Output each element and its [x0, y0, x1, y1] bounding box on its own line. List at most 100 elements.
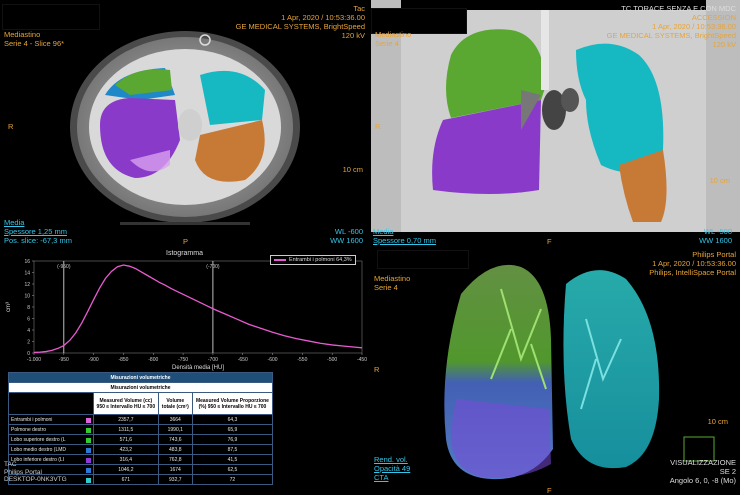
scanner-model: GE MEDICAL SYSTEMS, BrightSpeed	[235, 22, 365, 31]
cell-v2: 762,8	[157, 454, 193, 465]
cell-v2: 743,6	[157, 434, 193, 445]
legend-swatch	[274, 258, 286, 261]
axial-ct-viewport[interactable]: Tac 1 Apr, 2020 / 10:53:36.00 GE MEDICAL…	[0, 0, 369, 247]
wl-value: WL -600	[334, 227, 363, 236]
slice-thickness[interactable]: Spessore 1,25 mm	[4, 227, 72, 236]
window-level[interactable]: WL -600 WW 1600	[330, 227, 363, 245]
x-tick-label: -800	[148, 357, 158, 363]
slice-thickness[interactable]: Spessore 0,70 mm	[373, 236, 436, 245]
workstation-vendor: Philips, IntelliSpace Portal	[649, 268, 736, 277]
series-label: Serie 4	[375, 39, 399, 48]
render-mode[interactable]: Media	[4, 218, 72, 227]
table-row[interactable]: Polmone destro 1311,5 1990,1 65,9	[8, 424, 274, 435]
col-header-proportion: Measured Volume Proporzione (%) 950 ≤ In…	[191, 392, 274, 415]
series-slice: Serie 4 - Slice 96*	[4, 39, 65, 48]
x-tick-label: -750	[178, 357, 188, 363]
color-swatch	[86, 477, 91, 483]
series-info: Mediastino Serie 4	[375, 30, 411, 48]
wl-value: WL -500	[703, 227, 732, 236]
color-swatch	[86, 447, 91, 453]
workstation-overlay: TAC Philips Portal DESKTOP-0NK3VTG	[4, 461, 67, 484]
study-datetime: 1 Apr, 2020 / 10:53:36.00	[281, 13, 365, 22]
x-tick-label: -950	[59, 357, 69, 363]
x-tick-label: -700	[208, 357, 218, 363]
y-tick-label: 2	[27, 340, 30, 346]
structure-name: Lobo medio destro (LMD	[11, 446, 67, 453]
col-header-measured-volume: Measured Volume (cc) 950 ≤ Intervallo HU…	[93, 392, 159, 415]
cell-v3: 76,9	[191, 434, 274, 445]
redacted-patient-info	[2, 4, 100, 30]
cell-v1: 571,6	[93, 434, 159, 445]
structure-name: Entrambi i polmoni	[11, 416, 53, 423]
modality-label: TAC	[4, 461, 17, 468]
slice-position: Pos. slice: -67,3 mm	[4, 236, 72, 245]
slice-info: Media Spessore 1,25 mm Pos. slice: -67,3…	[4, 218, 72, 245]
y-tick-label: 4	[27, 328, 30, 334]
table-title: Misurazioni volumetriche	[8, 372, 273, 383]
table-row[interactable]: Lobo medio destro (LMD 423,2 483,8 87,5	[8, 444, 274, 455]
study-info: TC TORACE SENZA E CON MDC ACCESSION 1 Ap…	[607, 4, 736, 49]
coronal-ct-viewport[interactable]: TC TORACE SENZA E CON MDC ACCESSION 1 Ap…	[371, 0, 740, 247]
structure-name: Lobo superiore destro (L	[11, 436, 66, 443]
scale-label: 10 cm	[707, 417, 728, 426]
structure-name: Polmone destro	[11, 426, 47, 433]
preset-name[interactable]: CTA	[374, 473, 410, 482]
cell-v2: 3664	[157, 414, 193, 425]
x-tick-label: -500	[327, 357, 337, 363]
window-level[interactable]: WL -500 WW 1600	[699, 227, 732, 245]
volume-render-viewport[interactable]: Philips Portal 1 Apr, 2020 / 10:53:36.00…	[371, 249, 740, 495]
view-angle: Angolo 6, 0, -8 (Mo)	[669, 476, 736, 485]
color-swatch	[86, 427, 91, 433]
x-tick-label: -550	[297, 357, 307, 363]
cell-v1: 1046,2	[93, 464, 159, 475]
cell-v3: 62,5	[191, 464, 274, 475]
row-structure: Lobo medio destro (LMD	[8, 444, 94, 455]
row-structure: Entrambi i polmoni	[8, 414, 94, 425]
y-tick-label: 16	[24, 259, 30, 265]
study-info: Philips Portal 1 Apr, 2020 / 10:53:36.00…	[649, 250, 736, 277]
portal-label: Philips Portal	[692, 250, 736, 259]
orientation-right-marker: R	[375, 122, 381, 131]
study-datetime: 1 Apr, 2020 / 10:53:36.00	[652, 259, 736, 268]
color-swatch	[86, 467, 91, 473]
x-tick-label: -650	[238, 357, 248, 363]
render-mode[interactable]: Rend. vol.	[374, 455, 410, 464]
x-tick-label: -600	[268, 357, 278, 363]
legend-label: Entrambi i polmoni 64,3%	[289, 257, 352, 263]
plot-area	[33, 260, 363, 354]
table-row[interactable]: Entrambi i polmoni 2357,7 3664 64,3	[8, 414, 274, 425]
opacity-value[interactable]: Opacità 49	[374, 464, 410, 473]
col-header-total-volume: Volume totale (cm³)	[157, 392, 193, 415]
orientation-right-marker: R	[374, 365, 380, 374]
row-structure: Lobo superiore destro (L	[8, 434, 94, 445]
window-preset: Mediastino	[374, 274, 411, 283]
render-mode[interactable]: Media	[373, 227, 436, 236]
view-info: VISUALIZZAZIONE SE 2 Angolo 6, 0, -8 (Mo…	[670, 458, 736, 485]
scale-label: 10 cm	[342, 165, 363, 174]
cell-v3: 72	[191, 474, 274, 485]
color-swatch	[86, 437, 91, 443]
x-tick-label: -1.000	[27, 357, 41, 363]
redacted-patient-info	[377, 250, 469, 269]
threshold-label: (-950)	[57, 264, 71, 270]
slice-info: Media Spessore 0,70 mm	[373, 227, 436, 245]
accession-number: ACCESSION	[691, 13, 736, 22]
orientation-feet-marker: F	[547, 486, 552, 495]
cell-v1: 671	[93, 474, 159, 485]
study-info: Tac 1 Apr, 2020 / 10:53:36.00 GE MEDICAL…	[236, 4, 365, 40]
cell-v3: 65,9	[191, 424, 274, 435]
orientation-right-marker: R	[8, 122, 14, 131]
cell-v1: 1311,5	[93, 424, 159, 435]
view-mode: VISUALIZZAZIONE	[670, 458, 736, 467]
series-label: Serie 4	[374, 283, 398, 292]
scanner-model: GE MEDICAL SYSTEMS, BrightSpeed	[606, 31, 736, 40]
row-structure: Polmone destro	[8, 424, 94, 435]
render-info: Rend. vol. Opacità 49 CTA	[374, 455, 410, 482]
y-tick-label: 6	[27, 317, 30, 323]
portal-label: Philips Portal	[4, 468, 42, 476]
col-header-structure	[8, 392, 94, 415]
table-row[interactable]: Lobo superiore destro (L 571,6 743,6 76,9	[8, 434, 274, 445]
series-info: Mediastino Serie 4	[374, 274, 410, 292]
x-tick-label: -450	[357, 357, 367, 363]
cell-v3: 64,3	[191, 414, 274, 425]
